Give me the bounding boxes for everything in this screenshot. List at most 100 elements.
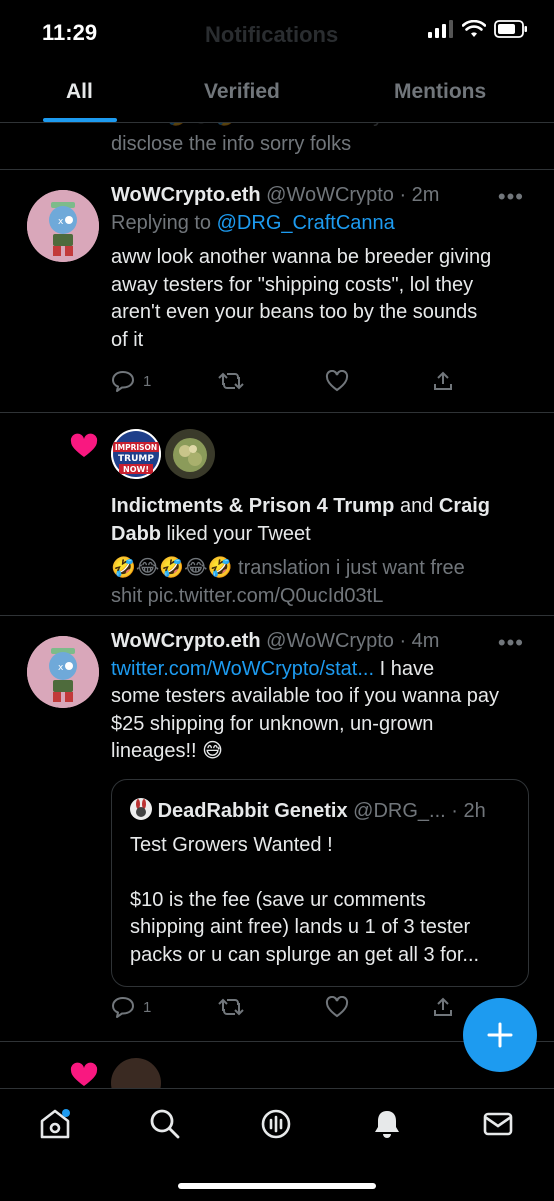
quoted-author-handle[interactable]: @DRG_... [353, 800, 446, 822]
tweet-line: some testers available too if you wanna … [111, 685, 499, 707]
retweet-icon [218, 998, 244, 1016]
notification-tabs: All Verified Mentions [0, 64, 554, 123]
heart-outline-icon [325, 370, 349, 392]
replying-handle[interactable]: @DRG_CraftCanna [217, 212, 395, 234]
partial-text-line: disclose the info sorry folks [111, 132, 352, 155]
heart-filled-icon [70, 433, 98, 457]
signal-icon [428, 20, 453, 38]
notifications-bell-icon[interactable] [370, 1107, 404, 1141]
author-handle[interactable]: @WoWCrypto [266, 630, 394, 652]
wifi-icon [462, 20, 486, 37]
quoted-line: $10 is the fee (save ur comments [130, 888, 426, 911]
author-name[interactable]: WoWCrypto.eth [111, 184, 261, 206]
status-bar: Notifications 11:29 [0, 0, 554, 64]
author-handle[interactable]: @WoWCrypto [266, 184, 394, 206]
badge-line: NOW! [123, 465, 149, 474]
like-button[interactable] [325, 370, 432, 392]
badge-line: TRUMP [118, 454, 154, 464]
tweet-link[interactable]: twitter.com/WoWCrypto/stat... [111, 658, 374, 680]
quoted-blank-line [130, 859, 520, 887]
quoted-line: Test Growers Wanted ! [130, 833, 333, 856]
svg-text:x: x [58, 663, 64, 673]
home-icon[interactable] [38, 1107, 72, 1141]
reply-button[interactable]: 1 [111, 996, 218, 1018]
notification-like[interactable]: IMPRISON TRUMP NOW! Indictments & Prison… [0, 413, 554, 616]
notification-reply[interactable]: x ••• WoWCrypto.eth @WoWCrypto · 2m Repl… [0, 170, 554, 413]
avatar[interactable]: x [27, 190, 99, 262]
retweet-icon [218, 372, 244, 390]
rabbit-avatar-icon[interactable] [130, 798, 152, 820]
reply-count: 1 [143, 372, 152, 390]
and-text: and [394, 495, 439, 517]
tweet-actions: 1 [111, 370, 539, 392]
status-time: 11:29 [42, 20, 98, 45]
replying-to: Replying to @DRG_CraftCanna [111, 210, 531, 238]
reply-icon [112, 371, 134, 392]
battery-icon [494, 20, 527, 38]
quoted-tweet-time: · 2h [451, 800, 486, 822]
tweet-line: aww look another wanna be breeder giving [111, 246, 492, 268]
author-name[interactable]: WoWCrypto.eth [111, 630, 261, 652]
share-icon [434, 997, 452, 1016]
tweet-line: $25 shipping for unknown, un-grown [111, 712, 434, 735]
tab-all[interactable]: All [66, 80, 93, 104]
quoted-author-name[interactable]: DeadRabbit Genetix [158, 800, 348, 822]
tweet-header: WoWCrypto.eth @WoWCrypto · 4m [111, 628, 541, 656]
quoted-line: packs or u can splurge an get all 3 for.… [130, 943, 480, 966]
reply-count: 1 [143, 998, 152, 1016]
liker-avatar[interactable]: IMPRISON TRUMP NOW! [111, 429, 161, 479]
liker-name[interactable]: Dabb [111, 523, 161, 545]
tweet-header: WoWCrypto.eth @WoWCrypto · 2m [111, 182, 531, 210]
reply-button[interactable]: 1 [111, 370, 218, 392]
avatar-figure-icon: x [27, 190, 99, 262]
share-icon [434, 371, 452, 390]
tweet-line: lineages!! 😅 [111, 740, 224, 762]
svg-text:x: x [58, 217, 64, 227]
replying-label: Replying to [111, 211, 217, 234]
plant-photo-icon [165, 429, 215, 479]
header-title: Notifications [205, 22, 339, 47]
retweet-button[interactable] [218, 996, 325, 1018]
compose-tweet-button[interactable] [463, 998, 537, 1072]
avatar[interactable]: x [27, 636, 99, 708]
active-tab-indicator [43, 118, 117, 122]
tweet-line: aren't even your beans too by the sounds [111, 301, 478, 323]
avatar-figure-icon: x [27, 636, 99, 708]
tweet-body: twitter.com/WoWCrypto/stat... I have som… [111, 656, 541, 766]
tweet-line: of it [111, 328, 144, 351]
tweet-body: aww look another wanna be breeder giving… [111, 244, 531, 354]
tweet-time: · 2m [399, 184, 440, 206]
imprison-trump-badge-icon: IMPRISON TRUMP NOW! [111, 429, 161, 479]
liker-name[interactable]: Indictments & Prison 4 Trump [111, 495, 394, 517]
plus-icon [487, 1022, 513, 1048]
share-button[interactable] [432, 370, 539, 392]
search-icon[interactable] [148, 1107, 182, 1141]
retweet-button[interactable] [218, 370, 325, 392]
quoted-line: shipping aint free) lands u 1 of 3 teste… [130, 916, 471, 938]
liked-tweet-preview[interactable]: 🤣😂🤣😂🤣 translation i just want free shit … [111, 555, 531, 610]
tweet-line: I have [374, 657, 435, 680]
liked-text: liked your Tweet [161, 522, 311, 545]
tab-mentions[interactable]: Mentions [394, 80, 486, 104]
reply-icon [112, 997, 134, 1018]
heart-outline-icon [325, 996, 349, 1018]
tweet-time: · 4m [399, 630, 440, 652]
tweet-line: shit pic.twitter.com/Q0ucId03tL [111, 584, 384, 607]
emoji-text: 🤣😂🤣😂🤣 [111, 557, 233, 579]
home-indicator[interactable] [178, 1183, 376, 1189]
tweet-line: away testers for "shipping costs", lol t… [111, 273, 474, 296]
messages-icon[interactable] [481, 1107, 515, 1141]
liker-name[interactable]: Craig [439, 495, 490, 517]
spaces-icon[interactable] [259, 1107, 293, 1141]
notification-quote-tweet[interactable]: x ••• WoWCrypto.eth @WoWCrypto · 4m twit… [0, 616, 554, 1042]
like-button[interactable] [325, 996, 432, 1018]
heart-filled-icon [70, 1062, 98, 1086]
liker-avatar[interactable] [165, 429, 215, 479]
quoted-tweet-body: Test Growers Wanted ! $10 is the fee (sa… [130, 832, 520, 970]
like-summary: Indictments & Prison 4 Trump and Craig [111, 493, 531, 521]
tab-verified[interactable]: Verified [204, 80, 280, 104]
quoted-tweet[interactable]: DeadRabbit Genetix @DRG_... · 2h Test Gr… [111, 779, 529, 987]
tweet-line: translation i just want free [232, 557, 465, 579]
quoted-tweet-header: DeadRabbit Genetix @DRG_... · 2h [130, 798, 520, 826]
badge-line: IMPRISON [115, 443, 157, 452]
